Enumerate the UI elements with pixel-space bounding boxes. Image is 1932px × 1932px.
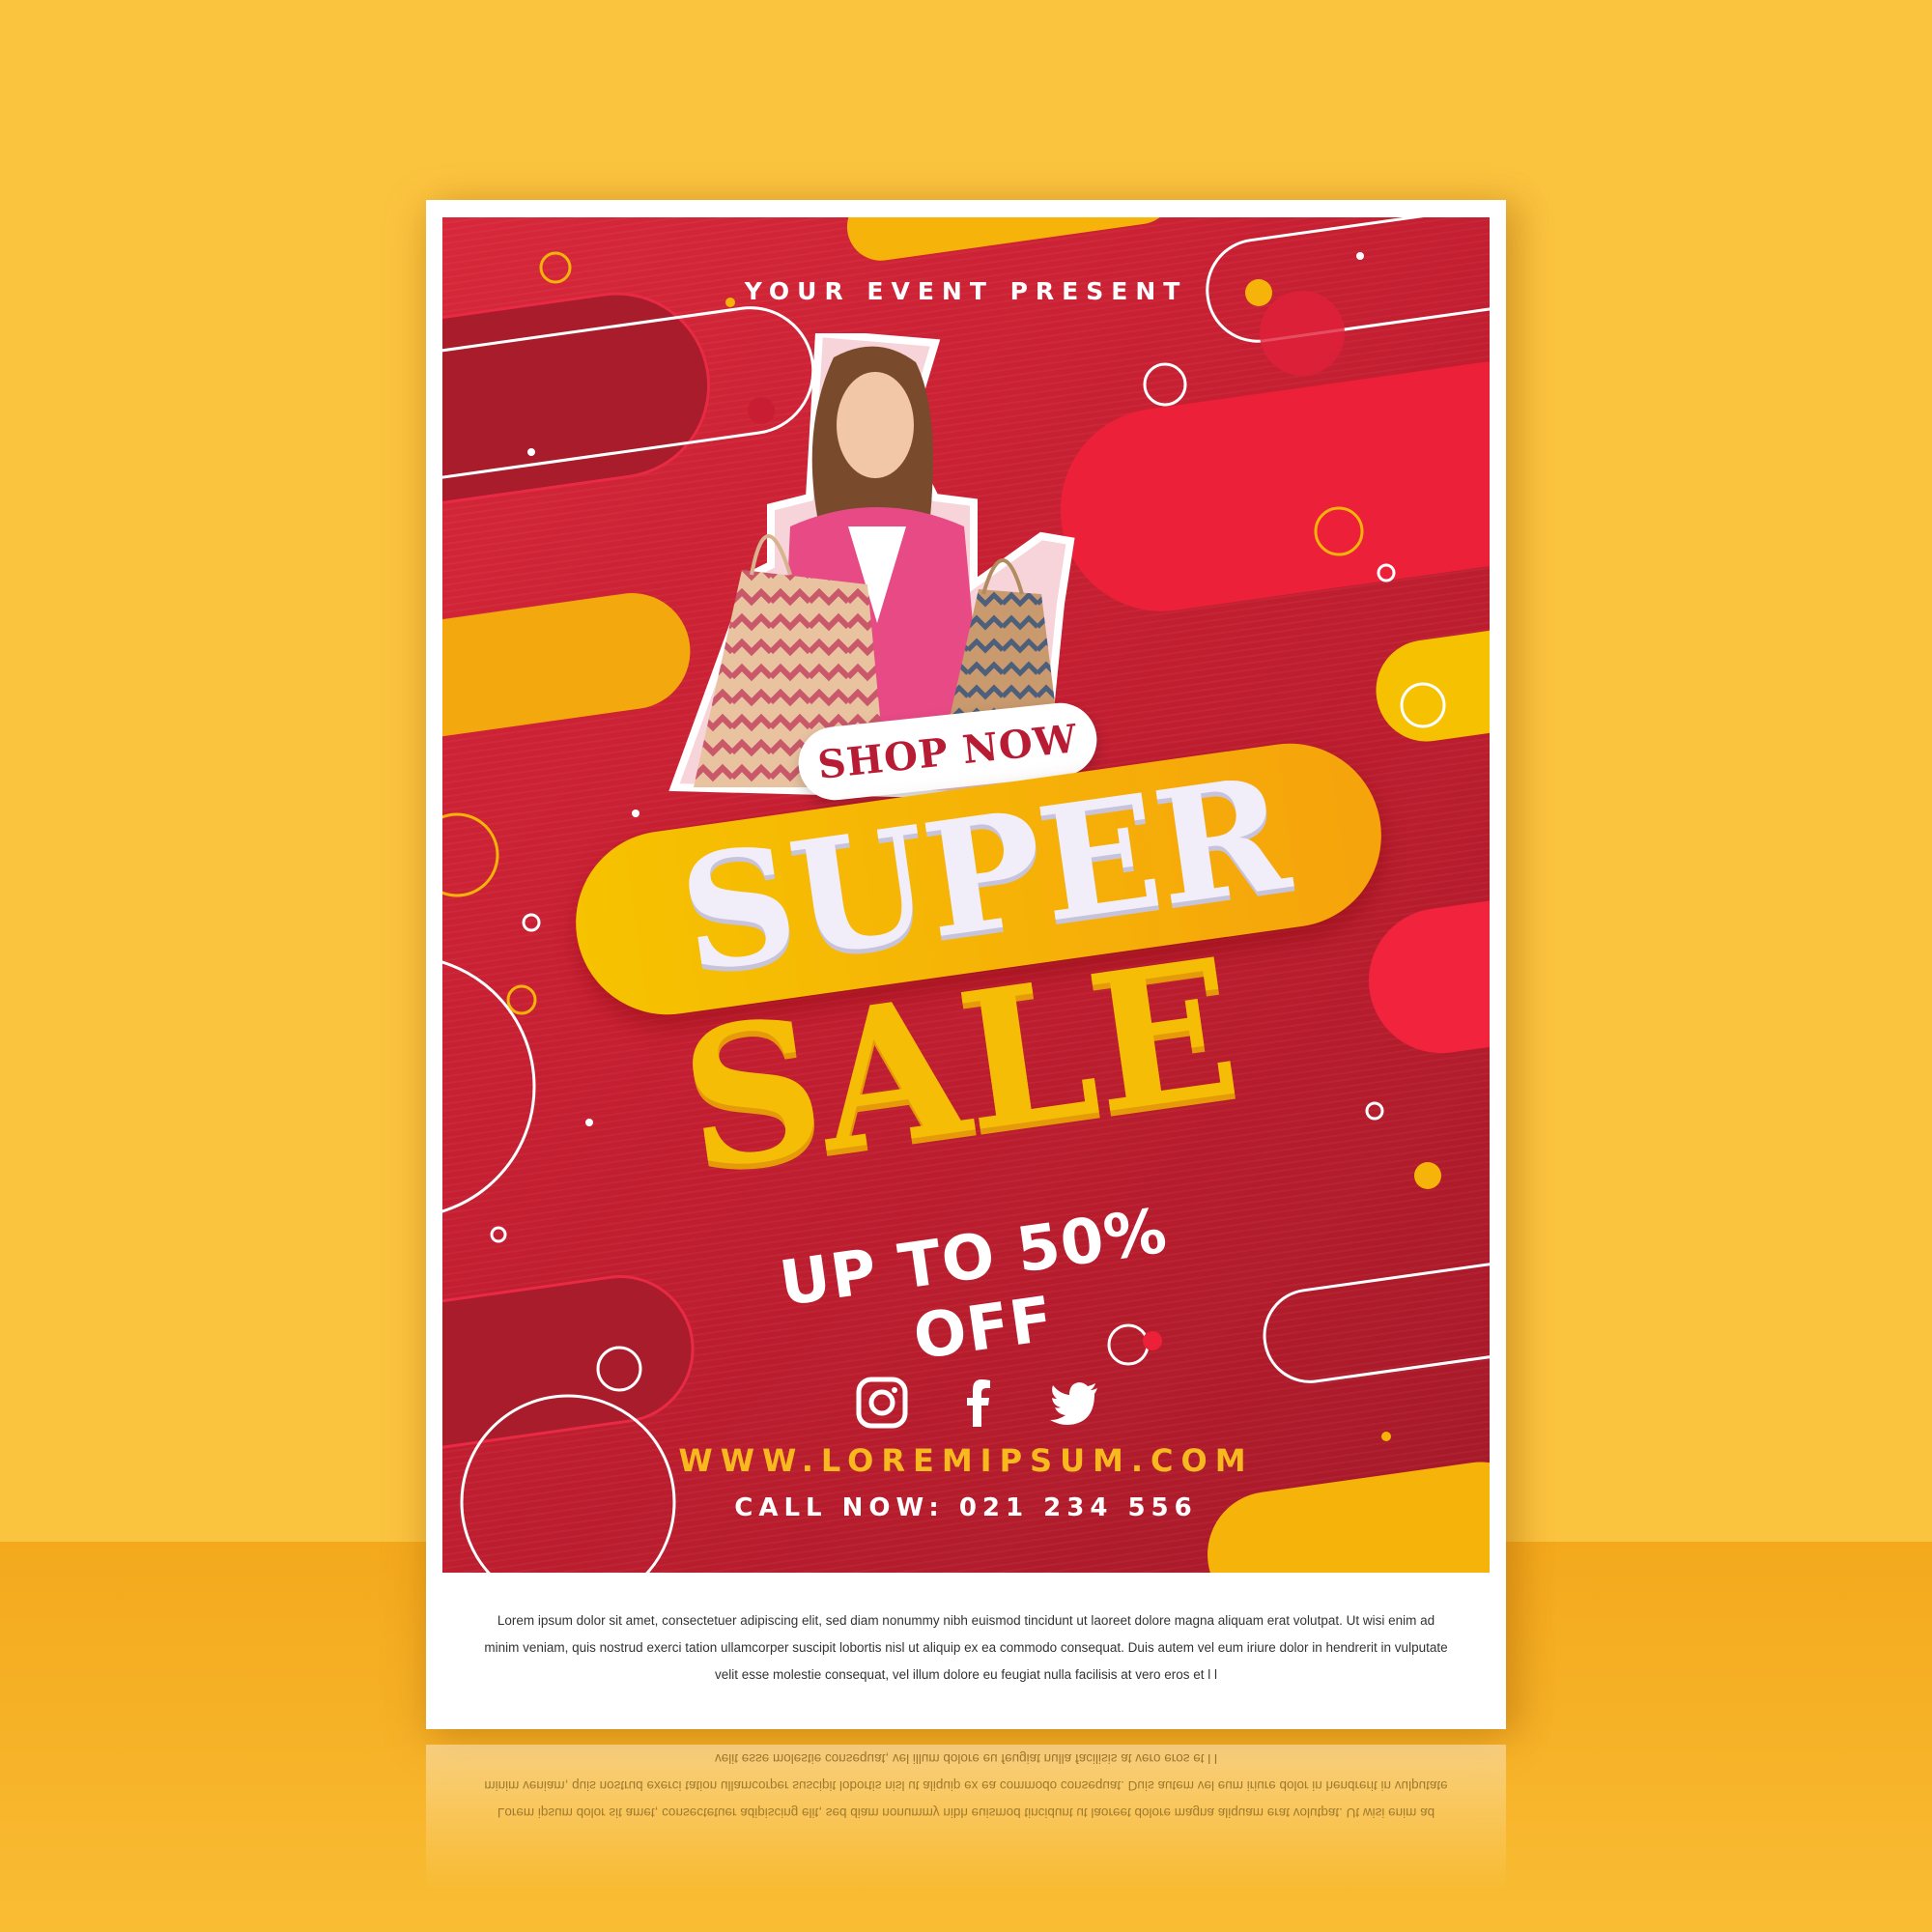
bottom-right-outline-pill [1263, 1261, 1490, 1383]
left-circle-outline [442, 960, 536, 1213]
poster-reflection: Lorem ipsum dolor sit amet, consectetuer… [426, 1745, 1506, 1889]
instagram-icon[interactable] [856, 1377, 908, 1429]
facebook-icon[interactable] [952, 1377, 1005, 1429]
website-link[interactable]: WWW.LOREMIPSUM.COM [442, 1442, 1490, 1479]
top-yellow-pill [846, 217, 1174, 261]
bottom-left-dark-pill [442, 1275, 695, 1457]
footer-body-text: Lorem ipsum dolor sit amet, consectetuer… [484, 1613, 1448, 1682]
social-icons [856, 1377, 1101, 1429]
event-title: YOUR EVENT PRESENT [744, 277, 1188, 305]
twitter-icon[interactable] [1049, 1377, 1101, 1429]
reflection-text: Lorem ipsum dolor sit amet, consectetuer… [484, 1751, 1448, 1820]
phone-number: CALL NOW: 021 234 556 [734, 1493, 1198, 1522]
poster-artwork: YOUR EVENT PRESENT SHOP NOW SUPER SALE U… [442, 217, 1490, 1573]
right-red-pill [1368, 898, 1490, 1054]
right-yellow-pill [1376, 621, 1490, 742]
